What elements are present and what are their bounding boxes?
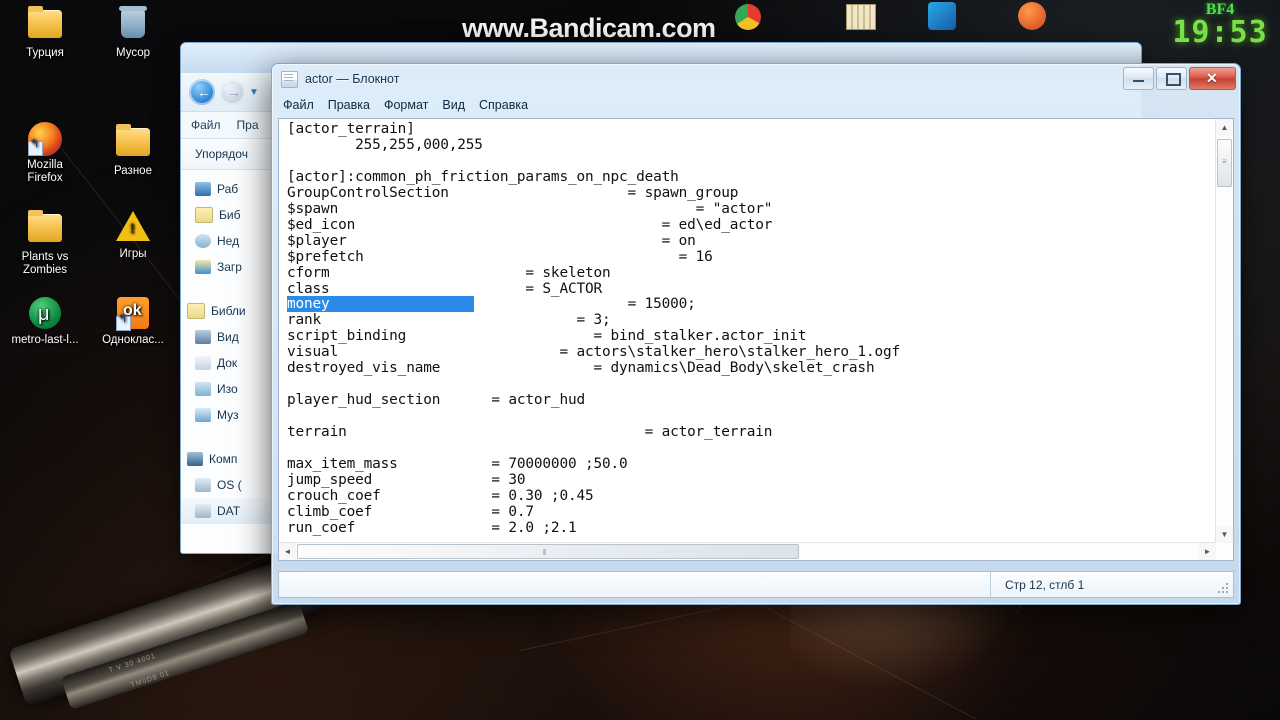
desktop-icon-metro-last-light[interactable]: metro-last-l... xyxy=(2,296,88,347)
scrollbar-corner xyxy=(1216,543,1233,560)
minimize-button[interactable] xyxy=(1123,67,1154,90)
desktop-icon-plants-vs-zombies[interactable]: Plants vs Zombies xyxy=(2,208,88,277)
sidebar-item-label: DAT xyxy=(217,504,241,518)
explorer-menu-file[interactable]: Файл xyxy=(191,118,221,132)
folder-icon xyxy=(116,128,150,162)
desktop-icon-mozilla-firefox[interactable]: Mozilla Firefox xyxy=(2,122,88,185)
scroll-up-arrow[interactable]: ▲ xyxy=(1216,119,1233,136)
scroll-right-arrow[interactable]: ► xyxy=(1199,543,1216,560)
folder-icon xyxy=(28,10,62,44)
sidebar-item-label: Муз xyxy=(217,408,239,422)
notepad-window[interactable]: actor — Блокнот ✕ Файл Правка Формат Вид… xyxy=(271,63,1241,605)
desktop-icon-label: Разное xyxy=(114,165,152,177)
sidebar-item-label: Нед xyxy=(217,234,240,248)
library-icon xyxy=(187,303,205,319)
downloads-icon xyxy=(195,260,211,274)
sidebar-item-label: Библи xyxy=(211,304,246,318)
close-button[interactable]: ✕ xyxy=(1189,67,1236,90)
menu-help[interactable]: Справка xyxy=(479,98,528,112)
notepad-status-bar: Стр 12, стлб 1 xyxy=(278,571,1234,598)
sidebar-item-label: Вид xyxy=(217,330,239,344)
notepad-menubar[interactable]: Файл Правка Формат Вид Справка xyxy=(272,94,1240,116)
notepad-text-area[interactable]: [actor_terrain] 255,255,000,255 [actor]:… xyxy=(278,118,1234,561)
music-icon xyxy=(195,408,211,422)
books-icon xyxy=(846,4,876,30)
explorer-menu-edit[interactable]: Пра xyxy=(237,118,259,132)
text-after-selection: rank = 3; script_binding = bind_stalker.… xyxy=(287,312,901,536)
desktop-icon-label: Одноклас... xyxy=(102,334,164,346)
desktop-icon-label: Plants vs Zombies xyxy=(21,251,69,276)
sidebar-item-label: OS ( xyxy=(217,478,242,492)
text-before-selection: [actor_terrain] 255,255,000,255 [actor]:… xyxy=(287,121,773,297)
menu-format[interactable]: Формат xyxy=(384,98,428,112)
library-icon xyxy=(195,207,213,223)
sidebar-item-label: Комп xyxy=(209,452,238,466)
desktop-icon-label: Mozilla Firefox xyxy=(27,159,63,184)
menu-view[interactable]: Вид xyxy=(442,98,465,112)
cursor-position-label: Стр 12, стлб 1 xyxy=(990,572,1233,597)
resize-grip[interactable] xyxy=(1217,582,1229,594)
window-title: actor — Блокнот xyxy=(305,72,400,86)
vertical-scroll-thumb[interactable]: ≡ xyxy=(1217,139,1232,187)
videos-icon xyxy=(195,330,211,344)
back-button[interactable]: ← xyxy=(189,79,215,105)
desktop-icon-label: Мусор xyxy=(115,47,150,59)
documents-icon xyxy=(195,356,211,370)
horizontal-scrollbar[interactable]: ◄ ⦀ ► xyxy=(279,542,1216,560)
sidebar-item-label: Загр xyxy=(217,260,242,274)
computer-icon xyxy=(187,452,203,466)
odnoklassniki-icon xyxy=(116,297,150,331)
photoshop-icon xyxy=(928,2,956,30)
chevron-down-icon[interactable]: ▼ xyxy=(249,87,259,98)
notepad-text-content[interactable]: [actor_terrain] 255,255,000,255 [actor]:… xyxy=(287,121,1213,540)
drive-icon xyxy=(195,504,211,518)
menu-edit[interactable]: Правка xyxy=(328,98,370,112)
forward-button[interactable]: → xyxy=(219,79,245,105)
desktop-icon-top-media[interactable] xyxy=(1010,2,1054,33)
utorrent-icon xyxy=(28,297,62,331)
selected-text[interactable]: money xyxy=(287,296,475,313)
sidebar-item-label: Раб xyxy=(217,182,239,196)
scroll-down-arrow[interactable]: ▼ xyxy=(1216,526,1233,543)
sidebar-item-label: Биб xyxy=(219,208,241,222)
desktop-icon-turkey[interactable]: Турция xyxy=(2,4,88,60)
media-player-icon xyxy=(1018,2,1046,30)
organize-button[interactable]: Упорядоч xyxy=(195,147,248,161)
drive-icon xyxy=(195,478,211,492)
desktop-icon-recycle-bin[interactable]: Мусор xyxy=(90,4,176,60)
chrome-icon xyxy=(735,4,761,30)
warning-triangle-icon xyxy=(116,211,150,245)
folder-icon xyxy=(28,214,62,248)
desktop-icon-label: Турция xyxy=(26,47,64,59)
notepad-app-icon xyxy=(281,70,298,88)
desktop-icon-top-green[interactable] xyxy=(728,4,768,33)
desktop-icon xyxy=(195,182,211,196)
sidebar-item-label: Изо xyxy=(217,382,238,396)
desktop-icon-label: Игры xyxy=(119,248,147,260)
maximize-button[interactable] xyxy=(1156,67,1187,90)
desktop-icon-misc[interactable]: Разное xyxy=(90,122,176,178)
vertical-scrollbar[interactable]: ▲ ≡ ▼ xyxy=(1215,119,1233,543)
window-controls: ✕ xyxy=(1123,67,1236,90)
firefox-icon xyxy=(28,122,62,156)
desktop-icon-top-books[interactable] xyxy=(840,4,880,33)
desktop-icon-games[interactable]: Игры xyxy=(90,208,176,261)
desktop-icon-top-photoshop[interactable] xyxy=(920,2,964,33)
recent-places-icon xyxy=(195,234,211,248)
desktop-icon-odnoklassniki[interactable]: Одноклас... xyxy=(90,296,176,347)
overlay-clock-time: 19:53 xyxy=(1172,15,1268,50)
game-overlay-clock: BF4 19:53 xyxy=(1160,0,1280,58)
selection-line-value: = 15000; xyxy=(474,296,696,313)
desktop-icon-label: metro-last-l... xyxy=(11,334,79,346)
notepad-titlebar[interactable]: actor — Блокнот ✕ xyxy=(272,64,1240,94)
pictures-icon xyxy=(195,382,211,396)
horizontal-scroll-thumb[interactable]: ⦀ xyxy=(297,544,799,559)
sidebar-item-label: Док xyxy=(217,356,238,370)
bandicam-watermark: www.Bandicam.com xyxy=(462,13,716,43)
scroll-left-arrow[interactable]: ◄ xyxy=(279,543,296,560)
menu-file[interactable]: Файл xyxy=(283,98,314,112)
recycle-bin-icon xyxy=(116,10,150,44)
